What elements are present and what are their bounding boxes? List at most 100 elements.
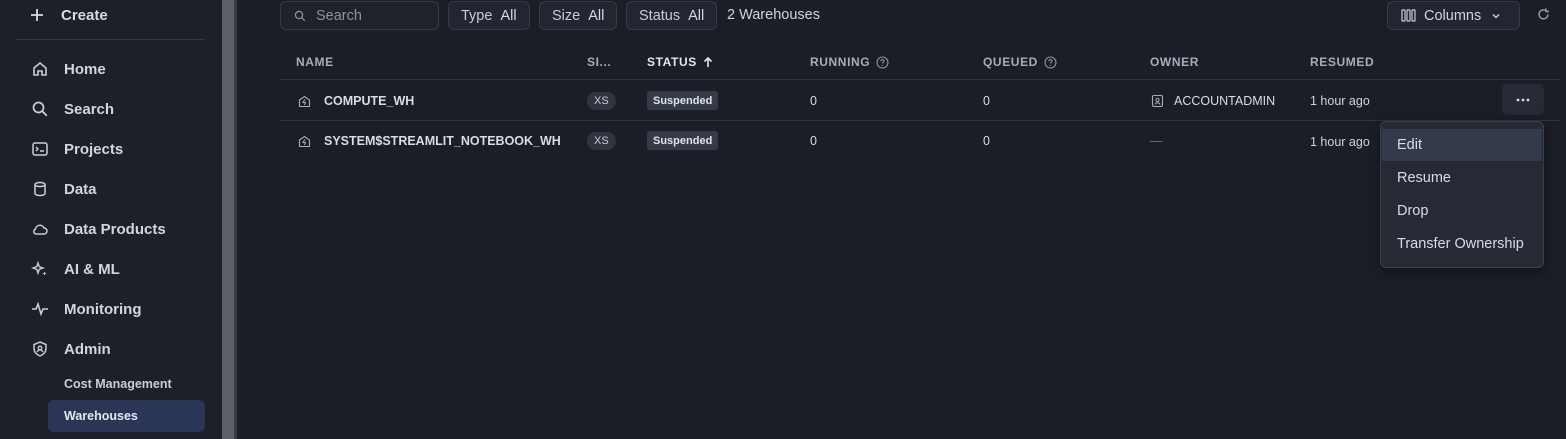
sidebar-item-monitoring[interactable]: Monitoring — [30, 298, 141, 320]
sidebar-subitem-label: Warehouses — [64, 409, 138, 423]
column-header-label: QUEUED — [983, 55, 1038, 69]
help-icon[interactable] — [1044, 55, 1057, 69]
sidebar-item-label: Home — [64, 60, 106, 78]
row-divider — [280, 120, 1560, 121]
more-horizontal-icon — [1516, 98, 1530, 101]
role-icon — [1151, 94, 1164, 108]
column-header-owner[interactable]: OWNER — [1150, 55, 1199, 69]
status-filter[interactable]: Status All — [626, 1, 718, 30]
sidebar-item-label: AI & ML — [64, 260, 120, 278]
sidebar-subitem-cost-management[interactable]: Cost Management — [48, 368, 205, 400]
create-button[interactable]: Create — [30, 4, 108, 26]
database-icon — [30, 179, 50, 199]
sidebar-item-label: Admin — [64, 340, 111, 358]
projects-icon — [30, 139, 50, 159]
menu-item-drop[interactable]: Drop — [1382, 195, 1542, 227]
sidebar-item-ai-ml[interactable]: AI & ML — [30, 258, 120, 280]
column-header-status[interactable]: STATUS — [647, 55, 713, 69]
sidebar-item-label: Search — [64, 100, 115, 118]
sidebar: Create Home Search Projects Data Data Pr… — [0, 0, 222, 439]
sidebar-item-label: Projects — [64, 140, 124, 158]
column-header-label: NAME — [296, 55, 334, 69]
column-header-name[interactable]: NAME — [296, 55, 334, 69]
type-filter[interactable]: Type All — [448, 1, 530, 30]
running-count: 0 — [810, 134, 817, 148]
column-header-size[interactable]: SI... — [587, 55, 611, 69]
sidebar-divider — [16, 39, 205, 40]
running-count: 0 — [810, 94, 817, 108]
sidebar-item-label: Data Products — [64, 220, 166, 238]
columns-label: Columns — [1424, 7, 1482, 24]
warehouse-name: SYSTEM$STREAMLIT_NOTEBOOK_WH — [324, 134, 561, 148]
column-header-resumed[interactable]: RESUMED — [1310, 55, 1374, 69]
columns-button[interactable]: Columns — [1387, 1, 1520, 30]
sparkle-icon — [30, 259, 50, 279]
filter-value: All — [500, 7, 517, 24]
column-header-label: OWNER — [1150, 55, 1199, 69]
menu-item-resume[interactable]: Resume — [1382, 162, 1542, 194]
row-actions-menu: Edit Resume Drop Transfer Ownership — [1380, 121, 1544, 268]
home-icon — [30, 59, 50, 79]
filter-value: All — [588, 7, 605, 24]
column-header-running[interactable]: RUNNING — [810, 55, 889, 69]
pulse-icon — [30, 299, 50, 319]
filter-label: Status — [639, 7, 681, 24]
shield-icon — [30, 339, 50, 359]
size-badge: XS — [587, 92, 616, 110]
sidebar-resize-handle[interactable] — [222, 0, 237, 439]
sidebar-item-admin[interactable]: Admin — [30, 338, 111, 360]
filter-label: Size — [552, 7, 581, 24]
owner-empty: — — [1150, 134, 1163, 148]
size-filter[interactable]: Size All — [539, 1, 618, 30]
resumed-time: 1 hour ago — [1310, 94, 1370, 108]
size-badge: XS — [587, 132, 616, 150]
status-badge: Suspended — [647, 91, 719, 110]
plus-icon — [31, 9, 43, 21]
table-row-name[interactable]: SYSTEM$STREAMLIT_NOTEBOOK_WH — [298, 132, 561, 150]
queued-count: 0 — [983, 134, 990, 148]
owner-cell: ACCOUNTADMIN — [1151, 92, 1275, 110]
row-actions-button[interactable] — [1502, 84, 1544, 115]
create-label: Create — [61, 6, 108, 24]
sidebar-item-label: Data — [64, 180, 97, 198]
sidebar-subitem-label: Cost Management — [64, 377, 172, 391]
chevron-down-icon — [1492, 13, 1500, 19]
sidebar-resize-bar — [234, 0, 237, 439]
sidebar-item-data-products[interactable]: Data Products — [30, 218, 166, 240]
refresh-button[interactable] — [1536, 7, 1551, 27]
header-divider — [280, 79, 1560, 80]
sidebar-item-search[interactable]: Search — [30, 98, 114, 120]
warehouse-icon — [298, 135, 311, 147]
search-box[interactable] — [280, 1, 439, 30]
sort-ascending-icon — [703, 56, 712, 67]
cloud-icon — [30, 219, 50, 239]
search-icon — [30, 99, 50, 119]
search-input[interactable] — [316, 7, 426, 24]
warehouse-icon — [298, 95, 311, 107]
filter-label: Type — [461, 7, 493, 24]
sidebar-item-home[interactable]: Home — [30, 58, 106, 80]
status-badge: Suspended — [647, 131, 719, 150]
table-row-name[interactable]: COMPUTE_WH — [298, 92, 414, 110]
warehouse-count: 2 Warehouses — [727, 7, 820, 23]
sidebar-item-label: Monitoring — [64, 300, 142, 318]
warehouse-name: COMPUTE_WH — [324, 94, 415, 108]
menu-item-edit[interactable]: Edit — [1382, 129, 1542, 161]
search-icon — [294, 10, 306, 21]
refresh-icon — [1538, 8, 1549, 20]
column-header-label: RUNNING — [810, 55, 871, 69]
column-header-label: STATUS — [647, 55, 697, 69]
owner-name: ACCOUNTADMIN — [1174, 94, 1276, 108]
sidebar-subitem-warehouses[interactable]: Warehouses — [48, 400, 205, 432]
menu-item-transfer-ownership[interactable]: Transfer Ownership — [1382, 228, 1542, 260]
help-icon[interactable] — [876, 55, 889, 69]
sidebar-item-projects[interactable]: Projects — [30, 138, 123, 160]
filter-value: All — [688, 7, 705, 24]
column-header-label: SI... — [587, 55, 612, 69]
column-header-queued[interactable]: QUEUED — [983, 55, 1057, 69]
column-header-label: RESUMED — [1310, 55, 1375, 69]
sidebar-item-data[interactable]: Data — [30, 178, 97, 200]
columns-icon — [1401, 9, 1416, 22]
queued-count: 0 — [983, 94, 990, 108]
resumed-time: 1 hour ago — [1310, 135, 1370, 149]
